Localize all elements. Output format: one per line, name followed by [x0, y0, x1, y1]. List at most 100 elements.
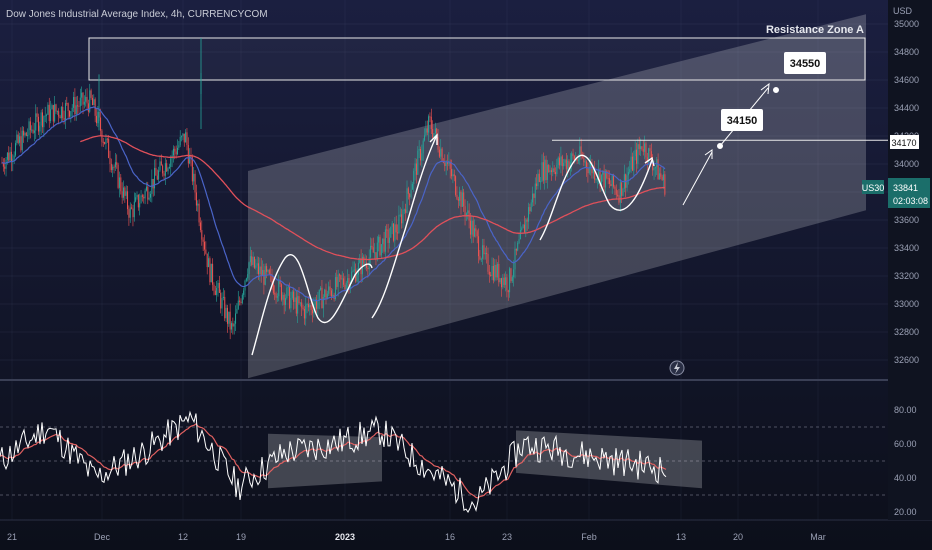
candle-body: [534, 183, 536, 198]
candle-body: [483, 245, 485, 255]
candle-body: [62, 106, 64, 119]
candle-body: [6, 152, 8, 160]
candle-body: [186, 132, 188, 146]
candle-body: [63, 118, 65, 120]
candle-body: [467, 210, 469, 214]
candle-body: [81, 92, 83, 98]
candle-body: [217, 282, 219, 288]
candle-body: [343, 278, 345, 285]
candle-body: [164, 163, 166, 176]
candle-body: [295, 297, 297, 314]
candle-body: [471, 220, 473, 235]
candle-body: [285, 298, 286, 305]
candle-body: [502, 277, 504, 288]
candle-body: [553, 168, 555, 173]
candle-body: [405, 209, 407, 213]
candle-body: [357, 262, 359, 275]
candle-body: [301, 302, 303, 308]
candle-body: [5, 159, 7, 169]
candle-body: [44, 115, 46, 117]
candle-body: [503, 277, 505, 285]
candle-body: [294, 297, 296, 302]
candle-body: [163, 173, 165, 176]
candle-body: [182, 133, 184, 137]
candle-body: [175, 151, 177, 155]
candle-body: [459, 191, 461, 201]
time-tick-label: 20: [733, 532, 743, 542]
candle-body: [206, 253, 208, 268]
candle-body: [110, 163, 112, 170]
candle-body: [27, 135, 29, 137]
chart-canvas[interactable]: 34150 34550 USD 350003480034600344003420…: [0, 0, 932, 550]
candle-body: [252, 256, 254, 265]
candle-body: [542, 162, 544, 181]
candle-body: [212, 263, 214, 285]
candle-body: [386, 229, 388, 231]
candle-body: [208, 258, 210, 268]
candle-body: [46, 114, 48, 116]
candle-body: [4, 166, 6, 169]
candle-body: [510, 268, 512, 282]
candle-body: [579, 146, 581, 160]
candle-body: [86, 96, 88, 104]
candle-body: [382, 238, 384, 245]
candle-body: [204, 241, 205, 250]
price-tick-label: 33400: [894, 243, 919, 253]
lightning-icon[interactable]: [669, 360, 685, 376]
candle-body: [69, 110, 70, 117]
candle-body: [198, 203, 200, 223]
candle-body: [424, 135, 426, 141]
candle-body: [135, 197, 137, 202]
candle-body: [193, 173, 195, 182]
candle-body: [179, 136, 181, 146]
candle-body: [36, 113, 38, 117]
candle-body: [513, 269, 515, 278]
candle-body: [85, 96, 87, 102]
candle-body: [37, 116, 39, 132]
candle-body: [653, 167, 655, 171]
candle-body: [411, 184, 413, 190]
candle-body: [91, 97, 93, 106]
candle-body: [521, 228, 523, 230]
candle-body: [561, 156, 563, 167]
chart-title: Dow Jones Industrial Average Index, 4h, …: [6, 9, 268, 20]
candle-body: [19, 136, 21, 143]
candle-body: [178, 145, 180, 148]
candle-body: [116, 162, 118, 165]
candle-body: [430, 116, 432, 130]
candle-body: [137, 194, 139, 208]
candle-body: [514, 248, 516, 270]
candle-body: [87, 103, 89, 112]
candle-body: [641, 146, 643, 150]
candle-body: [322, 297, 324, 309]
candle-body: [96, 115, 97, 124]
candle-body: [118, 177, 120, 188]
candle-body: [644, 143, 646, 152]
candle-body: [528, 207, 529, 222]
rsi-tick-label: 20.00: [894, 507, 917, 517]
candle-body: [545, 159, 547, 180]
candle-body: [519, 229, 521, 240]
candle-body: [56, 111, 58, 113]
candle-body: [106, 138, 108, 140]
candle-body: [533, 193, 535, 198]
candle-body: [268, 269, 270, 274]
candle-body: [484, 252, 486, 255]
candle-body: [505, 277, 507, 285]
candle-body: [287, 286, 289, 288]
candle-body: [266, 266, 268, 272]
candle-body: [236, 308, 238, 314]
resistance-zone-box: [88, 37, 866, 81]
candle-body: [256, 263, 258, 266]
candle-body: [478, 236, 480, 257]
candle-body: [201, 230, 203, 240]
candle-body: [166, 163, 168, 172]
candle-body: [290, 297, 292, 309]
candle-body: [538, 173, 540, 182]
candle-body: [136, 194, 138, 198]
candle-body: [150, 193, 151, 198]
candle-body: [25, 132, 27, 136]
candle-body: [51, 105, 53, 110]
candle-body: [160, 161, 162, 166]
candle-body: [32, 129, 34, 133]
